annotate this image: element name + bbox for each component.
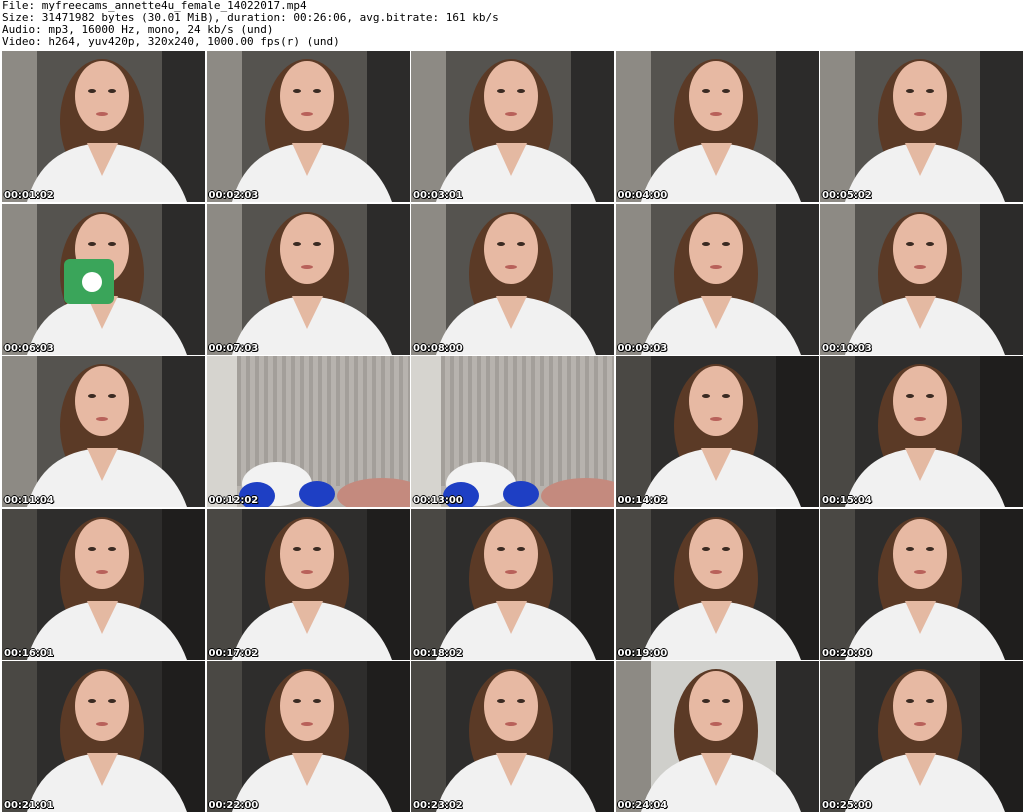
video-frame-thumbnail: 00:25:00 [820, 661, 1023, 812]
frame-image [206, 356, 410, 507]
frame-image [615, 508, 819, 660]
frame-image [2, 661, 205, 812]
video-frame-thumbnail: 00:02:03 [206, 51, 410, 202]
frame-timestamp: 00:17:02 [208, 647, 259, 659]
video-frame-thumbnail: 00:04:00 [615, 51, 819, 202]
video-frame-thumbnail: 00:17:02 [206, 508, 410, 660]
video-frame-thumbnail: 00:12:02 [206, 356, 410, 507]
frame-timestamp: 00:21:01 [4, 800, 54, 811]
video-frame-thumbnail: 00:16:01 [2, 508, 205, 660]
video-frame-thumbnail: 00:19:00 [615, 508, 819, 660]
frame-image [820, 508, 1023, 660]
frame-timestamp: 00:10:03 [822, 342, 872, 354]
frame-image [2, 203, 205, 355]
video-frame-thumbnail: 00:22:00 [206, 661, 410, 812]
frame-timestamp: 00:16:01 [4, 647, 54, 659]
frame-image [615, 203, 819, 355]
frame-timestamp: 00:05:02 [822, 190, 872, 201]
video-frame-thumbnail: 00:11:04 [2, 356, 205, 507]
frame-timestamp: 00:04:00 [617, 190, 668, 201]
frame-timestamp: 00:01:02 [4, 190, 54, 201]
video-frame-thumbnail: 00:15:04 [820, 356, 1023, 507]
video-frame-thumbnail: 00:14:02 [615, 356, 819, 507]
frame-timestamp: 00:06:03 [4, 342, 54, 354]
video-frame-thumbnail: 00:05:02 [820, 51, 1023, 202]
frame-image [206, 508, 410, 660]
frame-image [206, 661, 410, 812]
frame-image [820, 51, 1023, 202]
frame-image [2, 356, 205, 507]
frame-image [411, 661, 614, 812]
frame-timestamp: 00:24:04 [617, 800, 668, 811]
video-frame-thumbnail: 00:20:00 [820, 508, 1023, 660]
frame-timestamp: 00:23:02 [413, 800, 463, 811]
video-frame-thumbnail: 00:24:04 [615, 661, 819, 812]
frame-timestamp: 00:25:00 [822, 800, 872, 811]
frame-image [615, 661, 819, 812]
video-frame-thumbnail: 00:07:03 [206, 203, 410, 355]
frame-timestamp: 00:12:02 [208, 495, 259, 506]
frame-image [411, 51, 614, 202]
video-frame-thumbnail: 00:09:03 [615, 203, 819, 355]
frame-timestamp: 00:03:01 [413, 190, 463, 201]
frame-image [820, 203, 1023, 355]
frame-timestamp: 00:20:00 [822, 647, 872, 659]
frame-timestamp: 00:19:00 [617, 647, 668, 659]
video-frame-thumbnail: 00:06:03 [2, 203, 205, 355]
frame-timestamp: 00:11:04 [4, 495, 54, 506]
video-frame-thumbnail: 00:18:02 [411, 508, 614, 660]
frame-timestamp: 00:22:00 [208, 800, 259, 811]
video-frame-thumbnail: 00:08:00 [411, 203, 614, 355]
video-frame-thumbnail: 00:23:02 [411, 661, 614, 812]
frame-image [411, 508, 614, 660]
frame-image [820, 356, 1023, 507]
frame-image [2, 51, 205, 202]
video-frame-thumbnail: 00:21:01 [2, 661, 205, 812]
frame-timestamp: 00:13:00 [413, 495, 463, 506]
frame-image [615, 51, 819, 202]
frame-image [206, 51, 410, 202]
thumbnail-grid: 00:01:02 00:02:03 00:03:01 00:04:00 00:05:02… [2, 51, 1023, 812]
frame-timestamp: 00:18:02 [413, 647, 463, 659]
frame-image [820, 661, 1023, 812]
frame-timestamp: 00:08:00 [413, 342, 463, 354]
frame-timestamp: 00:02:03 [208, 190, 259, 201]
video-frame-thumbnail: 00:01:02 [2, 51, 205, 202]
video-info-line: Video: h264, yuv420p, 320x240, 1000.00 f… [2, 35, 340, 48]
video-frame-thumbnail: 00:03:01 [411, 51, 614, 202]
frame-image [411, 356, 614, 507]
frame-image [411, 203, 614, 355]
video-info-header: File: myfreecams_annette4u_female_140220… [2, 0, 1022, 50]
video-frame-thumbnail: 00:13:00 [411, 356, 614, 507]
video-frame-thumbnail: 00:10:03 [820, 203, 1023, 355]
frame-timestamp: 00:07:03 [208, 342, 259, 354]
frame-timestamp: 00:14:02 [617, 495, 668, 506]
frame-image [615, 356, 819, 507]
frame-image [206, 203, 410, 355]
frame-timestamp: 00:09:03 [617, 342, 668, 354]
frame-timestamp: 00:15:04 [822, 495, 872, 506]
frame-image [2, 508, 205, 660]
